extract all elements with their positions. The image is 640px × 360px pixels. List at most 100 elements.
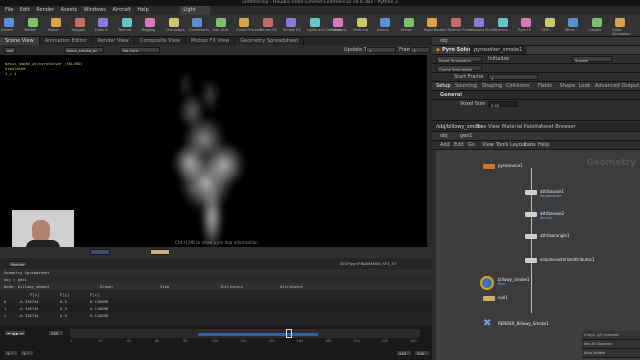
menu-render[interactable]: Render: [36, 6, 54, 15]
tab-asset-browser[interactable]: Asset Browser: [540, 123, 576, 131]
shelf-tool-icon[interactable]: [544, 18, 555, 27]
shelf-tool-icon[interactable]: [4, 18, 14, 27]
node-null1[interactable]: [483, 296, 495, 301]
param-tab[interactable]: Collisions: [506, 82, 530, 90]
network-menu-item[interactable]: Labs: [524, 141, 536, 149]
table-row[interactable]: 2 -0.338744 0.5 0.110898: [0, 312, 432, 319]
shelf-tool-icon[interactable]: [568, 18, 578, 27]
viewport[interactable]: basic_smoke_pr/pyroSolver (SOLVED) Simul…: [0, 55, 427, 247]
menu-assets[interactable]: Assets: [61, 6, 77, 15]
intrinsics-label[interactable]: Intrinsics: [220, 283, 243, 290]
shelf-tool-icon[interactable]: [51, 18, 61, 27]
start-frame-2[interactable]: 1: [20, 350, 34, 356]
shelf-tool-icon[interactable]: [98, 18, 108, 27]
shelf-tool-icon[interactable]: [380, 18, 390, 27]
node-button[interactable]: basic_smoke_pr: [64, 47, 104, 53]
section-general[interactable]: General: [440, 91, 462, 99]
shelf-tool-icon[interactable]: [591, 18, 602, 27]
start-frame-field[interactable]: 1: [488, 74, 538, 81]
shelf-tool-icon[interactable]: [497, 18, 508, 27]
network-menu-item[interactable]: Go: [468, 141, 475, 149]
network-graph[interactable]: Geometry pyrosource1 attribnoise1 temper…: [436, 150, 640, 360]
param-tab[interactable]: Shaping: [482, 82, 502, 90]
node-volumerasterizeattributes1[interactable]: [525, 258, 537, 263]
tab-render-view[interactable]: Render View: [93, 37, 135, 45]
node-pyrosource1[interactable]: [483, 164, 495, 169]
view-label[interactable]: View: [160, 283, 169, 290]
shelf-tool-icon[interactable]: [521, 18, 531, 27]
update-value[interactable]: 1: [366, 47, 396, 53]
reset-simulation-button[interactable]: Reset Simulation: [436, 56, 482, 63]
param-tab[interactable]: Output: [622, 82, 639, 90]
node-billowy-smoke1[interactable]: [480, 276, 494, 290]
node-attribwrangle1[interactable]: [525, 234, 537, 239]
shelf-tool-icon[interactable]: [239, 18, 249, 27]
network-menu-item[interactable]: View: [482, 141, 494, 149]
path-button[interactable]: obj: [4, 47, 16, 53]
display-toggle[interactable]: [90, 249, 110, 255]
tab-animation-editor[interactable]: Animation Editor: [40, 37, 93, 45]
node-name-field[interactable]: pyrosolver_smoke1: [470, 46, 527, 54]
playback-controls[interactable]: ⏮ ◀ ▶ ⏭: [4, 330, 27, 336]
key-all-button[interactable]: Key All Channels: [584, 340, 612, 348]
shelf-tool-icon[interactable]: [427, 18, 437, 27]
shelf-tool-icon[interactable]: [27, 18, 38, 27]
build-dropdown[interactable]: Light: [180, 6, 210, 15]
menu-aircraft[interactable]: Aircraft: [112, 6, 130, 15]
table-row[interactable]: 1 -0.338744 0.5 0.110898: [0, 305, 432, 312]
voxel-size-field[interactable]: 0.02: [488, 101, 518, 108]
render-node-icon[interactable]: ✖: [483, 318, 491, 329]
tab-geometry-spreadsheet[interactable]: Geometry Spreadsheet: [235, 37, 305, 45]
network-path[interactable]: obj: [440, 132, 448, 140]
table-row[interactable]: 0 -0.338744 0.5 0.110898: [0, 298, 432, 305]
shelf-tool-icon[interactable]: [286, 18, 296, 27]
end-frame[interactable]: 240: [396, 350, 412, 356]
shelf-tool-icon[interactable]: [356, 18, 367, 27]
tab-composite-view[interactable]: Composite View: [135, 37, 186, 45]
playhead[interactable]: [286, 329, 292, 338]
initialize-dropdown[interactable]: Smoke: [572, 56, 612, 63]
node-attribnoise2[interactable]: [525, 212, 537, 217]
menu-windows[interactable]: Windows: [84, 6, 106, 15]
param-tab[interactable]: Shape: [560, 82, 576, 90]
shelf-tool-icon[interactable]: [450, 18, 461, 27]
shelf-tool-icon[interactable]: [333, 18, 343, 27]
shelf-tool-icon[interactable]: [121, 18, 132, 27]
selection-mode[interactable]: [150, 249, 170, 255]
param-tab[interactable]: Look: [579, 82, 591, 90]
cache-simulation-button[interactable]: Cache Simulation: [436, 65, 482, 72]
menu-file[interactable]: File: [5, 6, 13, 15]
shelf-tool-icon[interactable]: [192, 18, 202, 27]
current-frame[interactable]: 240: [48, 330, 64, 336]
tab-tree-view[interactable]: Tree View: [476, 123, 500, 131]
shelf-tool-icon[interactable]: [262, 18, 273, 27]
shelf-tool-icon[interactable]: [145, 18, 155, 27]
param-tab[interactable]: Sourcing: [455, 82, 477, 90]
node-attribnoise1[interactable]: [525, 190, 537, 195]
menu-help[interactable]: Help: [137, 6, 148, 15]
param-path[interactable]: obj: [440, 37, 448, 45]
network-menu-item[interactable]: Tools: [496, 141, 508, 149]
attributes-label[interactable]: Attributes: [280, 283, 303, 290]
shelf-tool-icon[interactable]: [168, 18, 179, 27]
shelf-tool-icon[interactable]: [215, 18, 226, 27]
shelf-tool-icon[interactable]: [403, 18, 414, 27]
menu-edit[interactable]: Edit: [20, 6, 30, 15]
render-button[interactable]: Render: [8, 261, 28, 267]
tab-material-palette[interactable]: Material Palette: [502, 123, 541, 131]
network-menu-item[interactable]: Help: [538, 141, 549, 149]
param-tab[interactable]: Advanced: [595, 82, 620, 90]
param-tab[interactable]: Setup: [436, 82, 451, 90]
network-menu-item[interactable]: Edit: [454, 141, 464, 149]
tab-scene-view[interactable]: Scene View: [0, 37, 40, 45]
auto-update-button[interactable]: Auto Update: [584, 349, 605, 357]
param-tab[interactable]: Fields: [538, 82, 552, 90]
frame-value[interactable]: 1: [410, 47, 430, 53]
shelf-tool-icon[interactable]: [309, 18, 320, 27]
shelf-tool-icon[interactable]: [615, 18, 625, 27]
start-frame[interactable]: 1: [4, 350, 18, 356]
network-path-2[interactable]: geo1: [460, 132, 473, 140]
timeline-track[interactable]: [70, 329, 420, 338]
network-menu-item[interactable]: Add: [440, 141, 450, 149]
shelf-tool-icon[interactable]: [474, 18, 484, 27]
